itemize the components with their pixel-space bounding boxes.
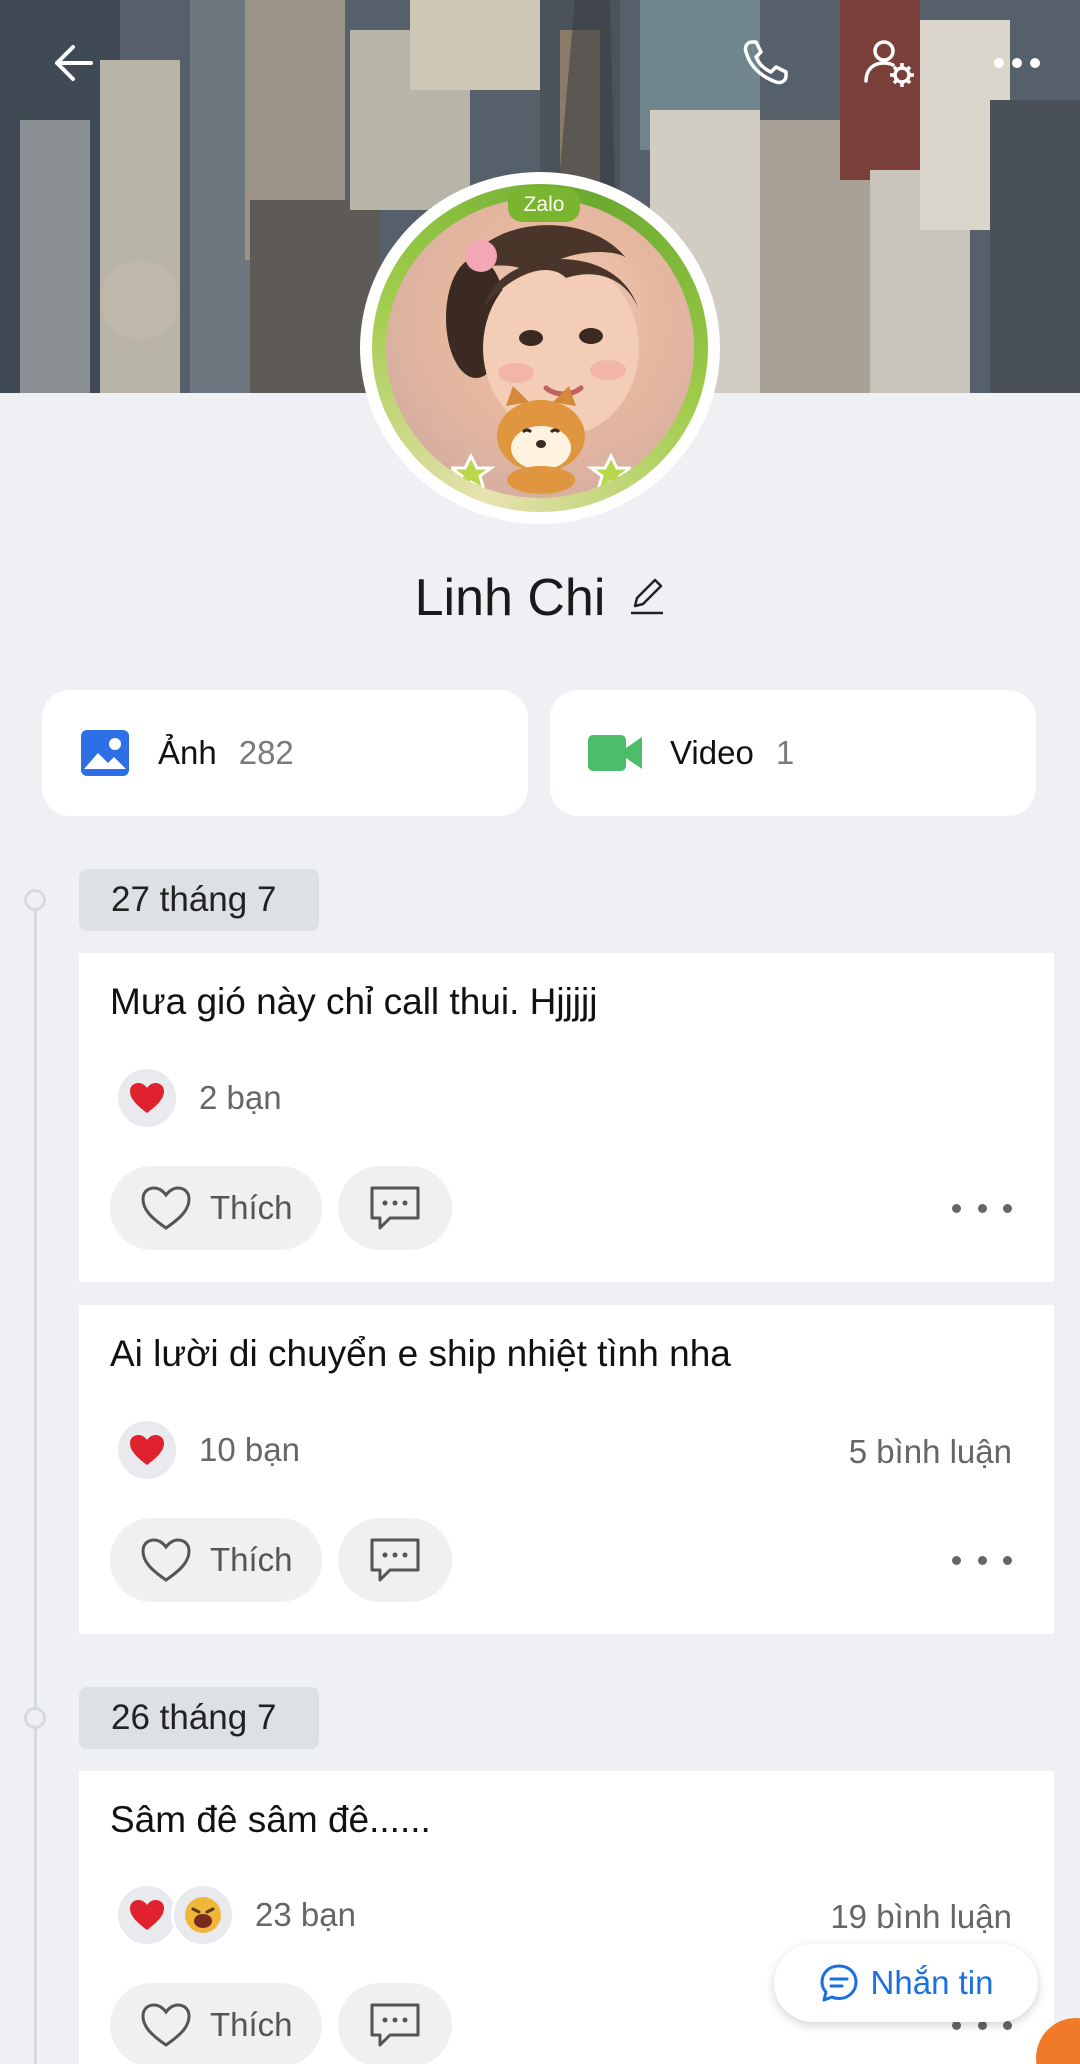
videos-count: 1 [775,734,795,771]
comment-button[interactable] [338,1983,452,2064]
laughing-face-icon [185,1897,221,1933]
profile-name-row: Linh Chi [0,568,1080,628]
heart-icon [130,1900,164,1930]
videos-card[interactable]: Video 1 [550,690,1036,816]
like-label: Thích [210,1541,293,1578]
reactions-summary[interactable]: 23 bạn [115,1883,356,1947]
like-button[interactable]: Thích [110,1166,322,1250]
heart-outline-icon [141,1186,191,1230]
timeline-dot [24,889,46,911]
more-options-button[interactable] [982,28,1052,98]
comment-button[interactable] [338,1518,452,1602]
like-label: Thích [210,1189,293,1226]
send-message-label: Nhắn tin [870,1964,994,2001]
heart-reaction [115,1418,179,1482]
post-more-button[interactable] [952,1540,1012,1580]
reactions-summary[interactable]: 2 bạn [115,1066,282,1130]
zalo-badge: Zalo [508,188,580,222]
back-arrow-icon [55,45,93,81]
like-button[interactable]: Thích [110,1518,322,1602]
chat-bubble-icon [820,1964,858,2002]
reactions-summary[interactable]: 10 bạn [115,1418,300,1482]
feed-post[interactable]: Ai lười di chuyển e ship nhiệt tình nha … [79,1305,1054,1634]
heart-outline-icon [141,1538,191,1582]
back-button[interactable] [36,28,106,98]
phone-icon [743,40,788,85]
user-settings-icon [864,40,914,87]
video-camera-icon [588,735,642,771]
reaction-count: 23 bạn [255,1896,356,1933]
post-more-button[interactable] [952,1188,1012,1228]
feed-post[interactable]: Mưa gió này chỉ call thui. Hjjjjj 2 bạn … [79,953,1054,1282]
comment-icon [370,1186,420,1230]
post-text: Sâm đê sâm đê...... [110,1799,431,1840]
date-chip: 26 tháng 7 [79,1687,319,1749]
shiba-sticker-icon [451,386,631,494]
avatar-photo [386,198,694,498]
call-button[interactable] [730,28,800,98]
comment-button[interactable] [338,1166,452,1250]
post-text: Ai lười di chuyển e ship nhiệt tình nha [110,1333,731,1374]
edit-name-button[interactable] [629,576,665,621]
more-icon [994,58,1040,68]
comment-icon [370,2003,420,2047]
pencil-icon [631,578,664,614]
comment-count[interactable]: 19 bình luận [830,1898,1012,1936]
heart-reaction [115,1066,179,1130]
heart-reaction [115,1883,179,1947]
reaction-count: 10 bạn [199,1431,300,1468]
like-button[interactable]: Thích [110,1983,322,2064]
image-icon [81,730,129,776]
photos-label: Ảnh [158,734,217,771]
comment-count[interactable]: 5 bình luận [849,1433,1012,1471]
avatar[interactable]: Zalo [360,172,720,524]
like-label: Thích [210,2006,293,2043]
post-text: Mưa gió này chỉ call thui. Hjjjjj [110,981,598,1022]
heart-icon [130,1083,164,1113]
photos-card[interactable]: Ảnh 282 [42,690,528,816]
heart-outline-icon [141,2003,191,2047]
profile-name: Linh Chi [414,569,606,627]
comment-icon [370,1538,420,1582]
heart-icon [130,1435,164,1465]
reaction-count: 2 bạn [199,1079,282,1116]
laugh-reaction [171,1883,235,1947]
date-chip: 27 tháng 7 [79,869,319,931]
photos-count: 282 [238,734,294,771]
videos-label: Video [670,734,754,771]
timeline-dot [24,1707,46,1729]
profile-settings-button[interactable] [855,28,925,98]
send-message-button[interactable]: Nhắn tin [774,1944,1038,2022]
timeline-line [34,900,37,2064]
